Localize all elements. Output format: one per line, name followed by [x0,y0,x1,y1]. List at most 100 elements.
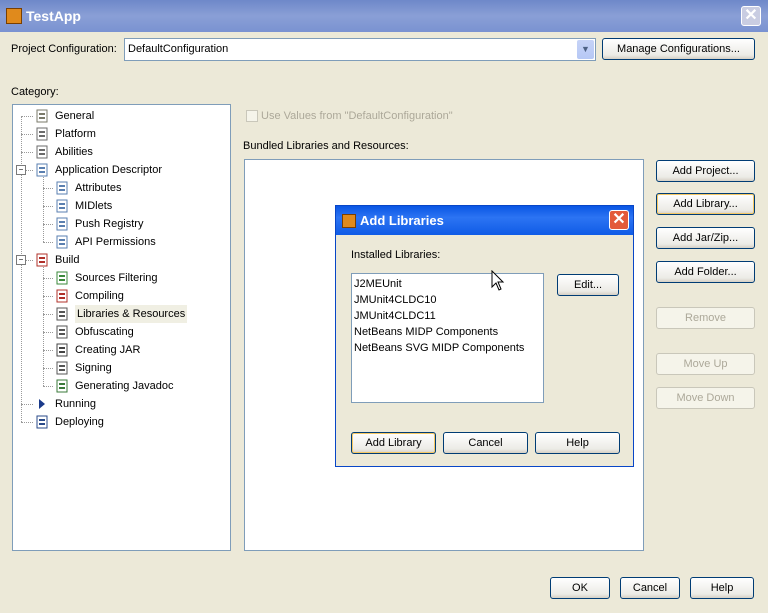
tree-item-label: MIDlets [75,200,113,213]
tree-connector [43,265,44,386]
tree-connector [43,314,53,315]
list-item[interactable]: J2MEUnit [354,276,402,292]
document-icon [55,181,69,195]
tree-item-label: Generating Javadoc [75,380,174,393]
app-icon [6,8,22,24]
tree-item-label: Obfuscating [75,326,134,339]
document-icon [55,217,69,231]
general-icon [35,109,49,123]
libraries-icon [55,307,69,321]
dialog-close-button[interactable]: ✕ [609,210,629,230]
filter-icon [55,271,69,285]
installed-libraries-list[interactable]: J2MEUnit JMUnit4CLDC10 JMUnit4CLDC11 NetBea… [351,273,544,403]
dialog-cancel-button[interactable]: Cancel [443,432,528,454]
tree-item[interactable]: MIDlets [55,197,112,215]
dialog-help-button[interactable]: Help [535,432,620,454]
tree-item[interactable]: Running [35,395,96,413]
tree-connector [43,188,53,189]
config-combo[interactable]: DefaultConfiguration ▼ [124,38,596,61]
build-icon [35,253,49,267]
tree-item[interactable]: Platform [35,125,96,143]
tree-item[interactable]: Compiling [55,287,124,305]
add-project-button[interactable]: Add Project... [656,160,755,182]
tree-connector [21,116,33,117]
add-folder-button[interactable]: Add Folder... [656,261,755,283]
category-tree[interactable]: − − General Platform Abilities Application D… [12,104,231,551]
move-up-button[interactable]: Move Up [656,353,755,375]
tree-item[interactable]: Sources Filtering [55,269,158,287]
mouse-cursor-icon [491,270,505,291]
use-values-checkbox[interactable] [246,110,258,122]
tree-item-label: Application Descriptor [55,164,162,177]
manage-configurations-button[interactable]: Manage Configurations... [602,38,755,60]
dialog-app-icon [342,214,356,228]
list-item[interactable]: JMUnit4CLDC11 [354,308,436,324]
list-item[interactable]: JMUnit4CLDC10 [354,292,437,308]
list-item[interactable]: NetBeans SVG MIDP Components [354,340,524,356]
move-down-button[interactable]: Move Down [656,387,755,409]
tree-item-label: Attributes [75,182,122,195]
tree-item[interactable]: Push Registry [55,215,143,233]
tree-expander-icon[interactable]: − [16,255,26,265]
tree-item[interactable]: API Permissions [55,233,156,251]
tree-item[interactable]: Deploying [35,413,104,431]
tree-item-label: Abilities [55,146,93,159]
cancel-button[interactable]: Cancel [620,577,680,599]
tree-item[interactable]: Build [35,251,79,269]
tree-item[interactable]: Creating JAR [55,341,140,359]
tree-item[interactable]: Attributes [55,179,121,197]
descriptor-icon [35,163,49,177]
tree-expander-icon[interactable]: − [16,165,26,175]
deploy-icon [35,415,49,429]
tree-item[interactable]: Signing [55,359,112,377]
installed-libraries-label: Installed Libraries: [351,249,441,261]
obfuscate-icon [55,325,69,339]
close-icon: ✕ [612,211,626,228]
jar-icon [55,343,69,357]
tree-connector [43,175,44,242]
javadoc-icon [55,379,69,393]
category-label: Category: [11,86,59,98]
add-libraries-dialog: Add Libraries ✕ Installed Libraries: J2M… [335,205,634,467]
tree-item-label: Signing [75,362,112,375]
close-icon: ✕ [744,7,758,24]
compile-icon [55,289,69,303]
window-close-button[interactable]: ✕ [741,6,761,26]
tree-connector [43,368,53,369]
tree-connector [43,206,53,207]
tree-item[interactable]: General [35,107,94,125]
ok-button[interactable]: OK [550,577,610,599]
tree-item-label: Deploying [55,416,104,429]
use-values-label: Use Values from "DefaultConfiguration" [261,110,453,122]
document-icon [55,199,69,213]
edit-button[interactable]: Edit... [557,274,619,296]
chevron-down-icon[interactable]: ▼ [577,40,594,59]
signing-icon [55,361,69,375]
tree-connector [43,386,53,387]
platform-icon [35,127,49,141]
window-titlebar: TestApp ✕ [0,0,768,32]
remove-button[interactable]: Remove [656,307,755,329]
tree-item[interactable]: Abilities [35,143,93,161]
abilities-icon [35,145,49,159]
tree-item-label: Libraries & Resources [75,305,188,324]
tree-connector [21,404,33,405]
add-library-button[interactable]: Add Library... [656,193,755,215]
tree-item[interactable]: Libraries & Resources [55,305,188,324]
tree-item[interactable]: Obfuscating [55,323,134,341]
tree-connector [43,242,53,243]
tree-connector [43,332,53,333]
tree-item-label: General [55,110,95,123]
tree-connector [43,350,53,351]
help-button[interactable]: Help [690,577,754,599]
bundled-label: Bundled Libraries and Resources: [243,140,409,152]
tree-item[interactable]: Application Descriptor [35,161,162,179]
tree-item-label: Push Registry [75,218,144,231]
list-item[interactable]: NetBeans MIDP Components [354,324,498,340]
tree-item-label: Compiling [75,290,124,303]
add-jar-zip-button[interactable]: Add Jar/Zip... [656,227,755,249]
document-icon [55,235,69,249]
dialog-add-library-button[interactable]: Add Library [351,432,436,454]
tree-item[interactable]: Generating Javadoc [55,377,173,395]
run-arrow-icon [35,397,49,411]
